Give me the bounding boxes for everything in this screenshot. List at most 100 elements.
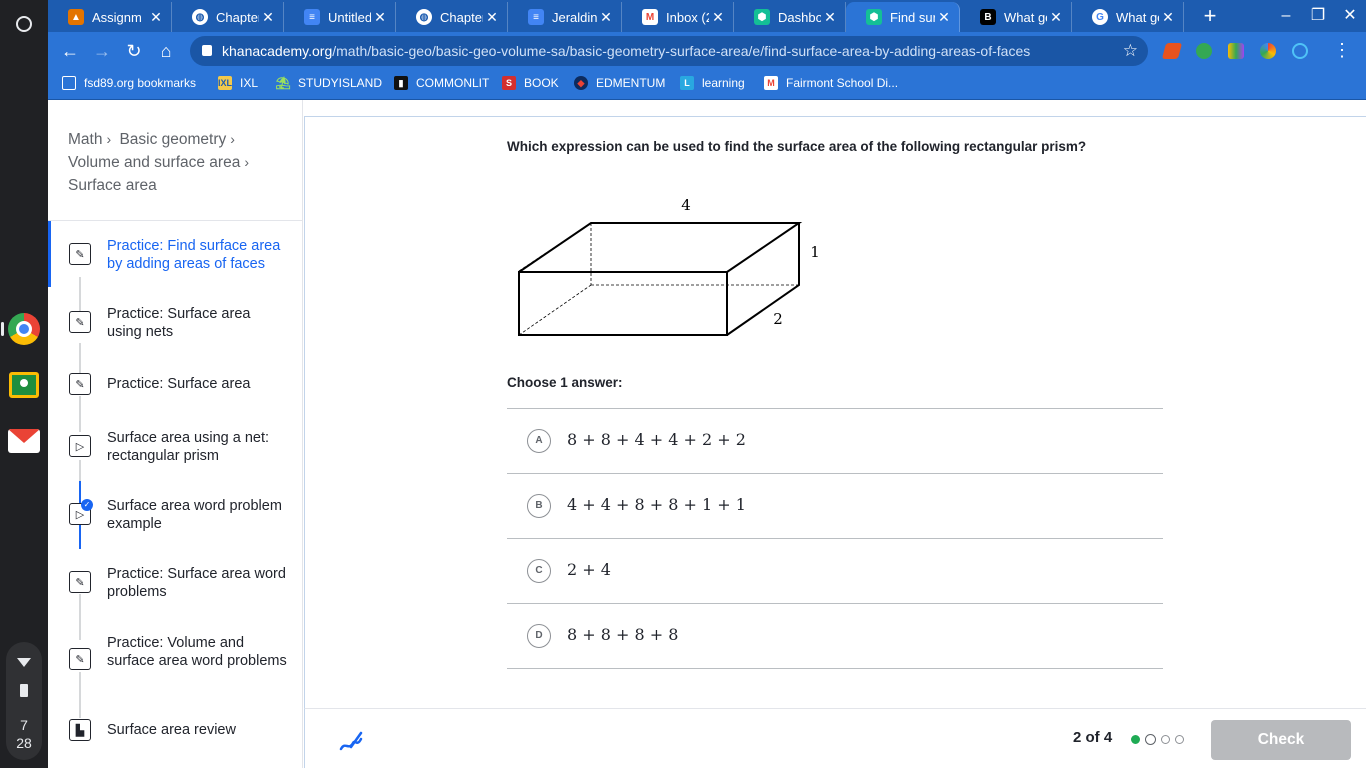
extension-pencil-icon[interactable] [1161,43,1183,59]
bookmark-0[interactable]: fsd89.org bookmarks [62,76,196,90]
tab-3[interactable]: ◍ Chapter ✕ [396,2,508,32]
breadcrumb-math[interactable]: Math [68,131,102,148]
tab-4[interactable]: ≡ Jeraldine ✕ [508,2,622,32]
front-face [518,271,728,336]
tab-8[interactable]: B What ge ✕ [960,2,1072,32]
bookmark-7[interactable]: M Fairmont School Di... [764,76,898,90]
bookmark-3[interactable]: ▮ COMMONLIT [394,76,489,90]
close-icon[interactable]: ✕ [597,9,615,26]
choice-b[interactable]: B 4 + 4 + 8 + 8 + 1 + 1 [507,474,1163,539]
status-tray[interactable]: 7 28 [6,642,42,760]
gmail-app-icon[interactable] [7,424,41,458]
close-window-icon[interactable]: ✕ [1338,4,1362,28]
tab-title: Find surf [890,9,935,25]
path-line [79,672,81,718]
extension-books-icon[interactable] [1228,43,1244,59]
close-icon[interactable]: ✕ [1159,9,1177,26]
extension-plus-icon[interactable] [1196,43,1212,59]
studyisland-icon: ⛱ [275,76,291,90]
bookmark-5[interactable]: ◆ EDMENTUM [574,76,665,90]
sidebar-item-find-surface-area[interactable]: ✎ Practice: Find surface area by adding … [48,238,303,272]
tab-6[interactable]: ⬢ Dashboa ✕ [734,2,846,32]
close-icon[interactable]: ✕ [709,9,727,26]
bookmark-label: Fairmont School Di... [786,76,899,90]
new-tab-button[interactable]: + [1196,2,1224,30]
rectangular-prism-figure: 4 1 2 [518,196,820,336]
extension-chrome-icon[interactable] [1260,43,1276,59]
play-icon: ▷ [69,435,91,457]
sidebar-item-surface-area-nets[interactable]: ✎ Practice: Surface area using nets [48,306,303,340]
tab-0[interactable]: ▲ Assignm ✕ [48,2,172,32]
bookmark-label: BOOK [524,76,559,90]
tab-9[interactable]: G What ge ✕ [1072,2,1184,32]
progress-dot-done [1131,735,1140,744]
progress-dot [1175,735,1184,744]
bookmark-label: learning [702,76,745,90]
url-text[interactable]: khanacademy.org/math/basic-geo/basic-geo… [222,43,1030,59]
minimize-icon[interactable]: – [1274,4,1298,28]
reload-icon[interactable]: ↻ [120,37,148,65]
breadcrumb-basic-geometry[interactable]: Basic geometry [119,131,226,148]
sidebar-item-surface-area[interactable]: ✎ Practice: Surface area [48,368,303,400]
page: Math › Basic geometry › Volume and surface… [48,100,1366,768]
battery-icon [20,684,28,697]
tab-5[interactable]: M Inbox (26 ✕ [622,2,734,32]
close-icon[interactable]: ✕ [483,9,501,26]
bookmark-1[interactable]: IXL IXL [218,76,258,90]
extension-link-icon[interactable] [1292,43,1308,59]
tab-7-active[interactable]: ⬢ Find surf ✕ [846,2,960,32]
choice-c[interactable]: C 2 + 4 [507,539,1163,604]
choice-expression: 2 + 4 [567,560,611,579]
path-line [79,594,81,640]
sidebar: Math › Basic geometry › Volume and surface… [48,100,303,768]
book-icon: S [502,76,516,90]
chevron-right-icon: › [244,154,250,170]
close-icon[interactable]: ✕ [259,9,277,26]
choice-a[interactable]: A 8 + 8 + 4 + 4 + 2 + 2 [507,409,1163,474]
progress-dot-current [1145,734,1156,745]
forward-icon[interactable]: → [88,37,116,65]
close-icon[interactable]: ✕ [1047,9,1065,26]
home-icon[interactable]: ⌂ [152,37,180,65]
close-icon[interactable]: ✕ [147,9,165,26]
sidebar-item-volume-word-problems[interactable]: ✎ Practice: Volume and surface area word… [48,635,303,675]
check-button[interactable]: Check [1211,720,1351,760]
choice-d[interactable]: D 8 + 8 + 8 + 8 [507,604,1163,669]
sidebar-item-review[interactable]: ▙ Surface area review [48,714,303,746]
scratchpad-icon[interactable] [337,727,365,755]
tab-2[interactable]: ≡ Untitled d ✕ [284,2,396,32]
chromeos-shelf: 7 28 [0,0,48,768]
bookmark-6[interactable]: L learning [680,76,745,90]
close-icon[interactable]: ✕ [371,9,389,26]
bookmark-star-icon[interactable]: ☆ [1123,41,1138,61]
chrome-app-icon[interactable] [1,312,41,346]
globe-icon: ◍ [192,9,208,25]
bookmark-4[interactable]: S BOOK [502,76,559,90]
menu-icon[interactable]: ⋮ [1332,40,1352,61]
breadcrumb-volume-surface-area[interactable]: Volume and surface area [68,154,240,171]
back-icon[interactable]: ← [56,37,84,65]
tab-title: What ge [1116,9,1159,25]
bookmark-label: IXL [240,76,259,90]
choice-expression: 8 + 8 + 4 + 4 + 2 + 2 [567,430,746,449]
launcher-icon[interactable] [8,8,40,40]
classroom-app-icon[interactable] [7,368,41,402]
tab-title: What ge [1004,9,1047,25]
close-icon[interactable]: ✕ [935,9,953,26]
docs-icon: ≡ [528,9,544,25]
sidebar-item-label: Practice: Surface area word problems [107,566,286,600]
tab-1[interactable]: ◍ Chapter ✕ [172,2,284,32]
clock-minute: 28 [16,735,32,751]
maximize-icon[interactable]: ❐ [1306,4,1330,28]
tab-title: Assignm [92,9,142,25]
address-bar[interactable]: khanacademy.org/math/basic-geo/basic-geo… [190,36,1148,66]
breadcrumb-surface-area[interactable]: Surface area [68,177,157,194]
sidebar-item-word-problems[interactable]: ✎ Practice: Surface area word problems [48,566,303,600]
bookmark-2[interactable]: ⛱ STUDYISLAND [275,76,382,90]
sidebar-item-net-video[interactable]: ▷ Surface area using a net: rectangular … [48,430,303,464]
close-icon[interactable]: ✕ [821,9,839,26]
sidebar-item-word-problem-video[interactable]: ▷ ✓ Surface area word problem example [48,498,303,532]
sidebar-divider [48,220,303,221]
breadcrumb: Math › Basic geometry › Volume and surface… [68,128,288,197]
bookmark-label: COMMONLIT [416,76,490,90]
